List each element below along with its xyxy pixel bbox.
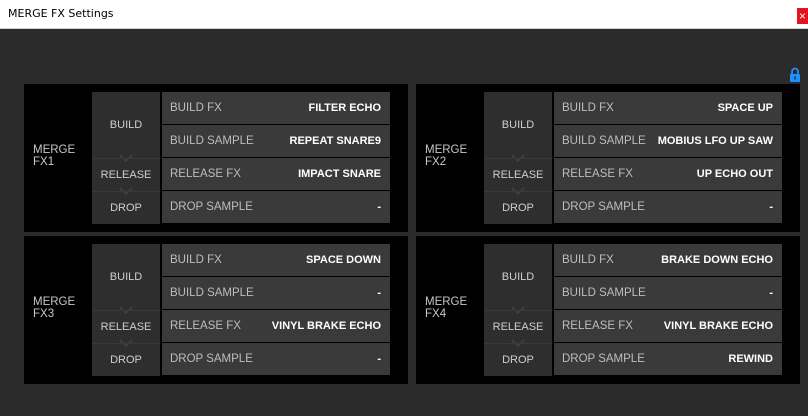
row-label: BUILD SAMPLE	[562, 287, 646, 299]
release-fx-row[interactable]: RELEASE FX UP ECHO OUT	[554, 158, 782, 190]
row-label: BUILD SAMPLE	[170, 287, 254, 299]
release-fx-row[interactable]: RELEASE FX VINYL BRAKE ECHO	[162, 310, 390, 342]
row-value: SPACE DOWN	[306, 254, 381, 266]
row-label: BUILD SAMPLE	[170, 135, 254, 147]
phase-column: BUILD RELEASE DROP	[92, 244, 160, 376]
phase-drop-label: DROP	[484, 191, 552, 224]
lock-icon[interactable]	[789, 67, 801, 83]
row-value: REWIND	[728, 353, 773, 365]
phase-drop-label: DROP	[92, 343, 160, 376]
drop-sample-row[interactable]: DROP SAMPLE -	[162, 343, 390, 375]
row-value: -	[377, 287, 381, 299]
merge-fx-number: FX4	[425, 308, 447, 320]
build-fx-row[interactable]: BUILD FX SPACE UP	[554, 92, 782, 124]
row-label: BUILD FX	[562, 102, 614, 114]
row-label: RELEASE FX	[562, 320, 633, 332]
drop-sample-row[interactable]: DROP SAMPLE REWIND	[554, 343, 782, 375]
title-bar: MERGE FX Settings ×	[0, 0, 808, 29]
fx-settings-list: BUILD FX BRAKE DOWN ECHO BUILD SAMPLE - …	[554, 244, 782, 376]
merge-fx-panel-3: MERGE FX3 BUILD RELEASE DROP BUILD FX SP…	[24, 236, 408, 384]
build-fx-row[interactable]: BUILD FX SPACE DOWN	[162, 244, 390, 276]
merge-fx-name: MERGE	[425, 296, 468, 308]
row-value: UP ECHO OUT	[696, 168, 773, 180]
row-value: BRAKE DOWN ECHO	[661, 254, 773, 266]
window-title: MERGE FX Settings	[8, 7, 114, 20]
merge-fx-number: FX2	[425, 156, 447, 168]
phase-column: BUILD RELEASE DROP	[92, 92, 160, 224]
phase-column: BUILD RELEASE DROP	[484, 244, 552, 376]
build-sample-row[interactable]: BUILD SAMPLE MOBIUS LFO UP SAW	[554, 125, 782, 157]
row-label: BUILD FX	[170, 102, 222, 114]
row-label: DROP SAMPLE	[562, 201, 645, 213]
fx-settings-list: BUILD FX SPACE UP BUILD SAMPLE MOBIUS LF…	[554, 92, 782, 224]
row-value: REPEAT SNARE9	[289, 135, 381, 147]
row-value: SPACE UP	[717, 102, 773, 114]
build-sample-row[interactable]: BUILD SAMPLE -	[162, 277, 390, 309]
merge-fx-panel-4: MERGE FX4 BUILD RELEASE DROP BUILD FX BR…	[416, 236, 800, 384]
row-label: RELEASE FX	[562, 168, 633, 180]
row-label: DROP SAMPLE	[170, 201, 253, 213]
close-button[interactable]: ×	[797, 8, 808, 24]
row-value: -	[377, 353, 381, 365]
row-label: BUILD FX	[562, 254, 614, 266]
row-value: -	[377, 201, 381, 213]
merge-fx-label: MERGE FX3	[33, 296, 75, 320]
phase-build-label: BUILD	[501, 119, 535, 131]
fx-settings-list: BUILD FX SPACE DOWN BUILD SAMPLE - RELEA…	[162, 244, 390, 376]
phase-build-label: BUILD	[109, 271, 143, 283]
release-fx-row[interactable]: RELEASE FX IMPACT SNARE	[162, 158, 390, 190]
row-label: DROP SAMPLE	[562, 353, 645, 365]
phase-build-label: BUILD	[109, 119, 143, 131]
row-value: VINYL BRAKE ECHO	[663, 320, 773, 332]
phase-drop-label: DROP	[92, 191, 160, 224]
merge-fx-number: FX3	[33, 308, 55, 320]
row-value: -	[769, 287, 773, 299]
phase-column: BUILD RELEASE DROP	[484, 92, 552, 224]
row-label: DROP SAMPLE	[170, 353, 253, 365]
build-fx-row[interactable]: BUILD FX BRAKE DOWN ECHO	[554, 244, 782, 276]
row-label: RELEASE FX	[170, 320, 241, 332]
row-value: FILTER ECHO	[308, 102, 381, 114]
row-label: BUILD SAMPLE	[562, 135, 646, 147]
merge-fx-label: MERGE FX1	[33, 144, 75, 168]
row-value: VINYL BRAKE ECHO	[271, 320, 381, 332]
settings-content: MERGE FX1 BUILD RELEASE DROP BUILD FX FI…	[0, 30, 808, 416]
merge-fx-label: MERGE FX2	[425, 144, 467, 168]
merge-fx-name: MERGE	[33, 296, 76, 308]
row-label: BUILD FX	[170, 254, 222, 266]
build-sample-row[interactable]: BUILD SAMPLE REPEAT SNARE9	[162, 125, 390, 157]
row-label: RELEASE FX	[170, 168, 241, 180]
build-sample-row[interactable]: BUILD SAMPLE -	[554, 277, 782, 309]
build-fx-row[interactable]: BUILD FX FILTER ECHO	[162, 92, 390, 124]
fx-settings-list: BUILD FX FILTER ECHO BUILD SAMPLE REPEAT…	[162, 92, 390, 224]
drop-sample-row[interactable]: DROP SAMPLE -	[554, 191, 782, 223]
merge-fx-name: MERGE	[33, 144, 76, 156]
merge-fx-panel-2: MERGE FX2 BUILD RELEASE DROP BUILD FX SP…	[416, 84, 800, 232]
drop-sample-row[interactable]: DROP SAMPLE -	[162, 191, 390, 223]
row-value: IMPACT SNARE	[298, 168, 381, 180]
release-fx-row[interactable]: RELEASE FX VINYL BRAKE ECHO	[554, 310, 782, 342]
merge-fx-name: MERGE	[425, 144, 468, 156]
merge-fx-number: FX1	[33, 156, 55, 168]
row-value: MOBIUS LFO UP SAW	[657, 135, 773, 147]
merge-fx-panel-1: MERGE FX1 BUILD RELEASE DROP BUILD FX FI…	[24, 84, 408, 232]
row-value: -	[769, 201, 773, 213]
merge-fx-label: MERGE FX4	[425, 296, 467, 320]
phase-build-label: BUILD	[501, 271, 535, 283]
phase-drop-label: DROP	[484, 343, 552, 376]
